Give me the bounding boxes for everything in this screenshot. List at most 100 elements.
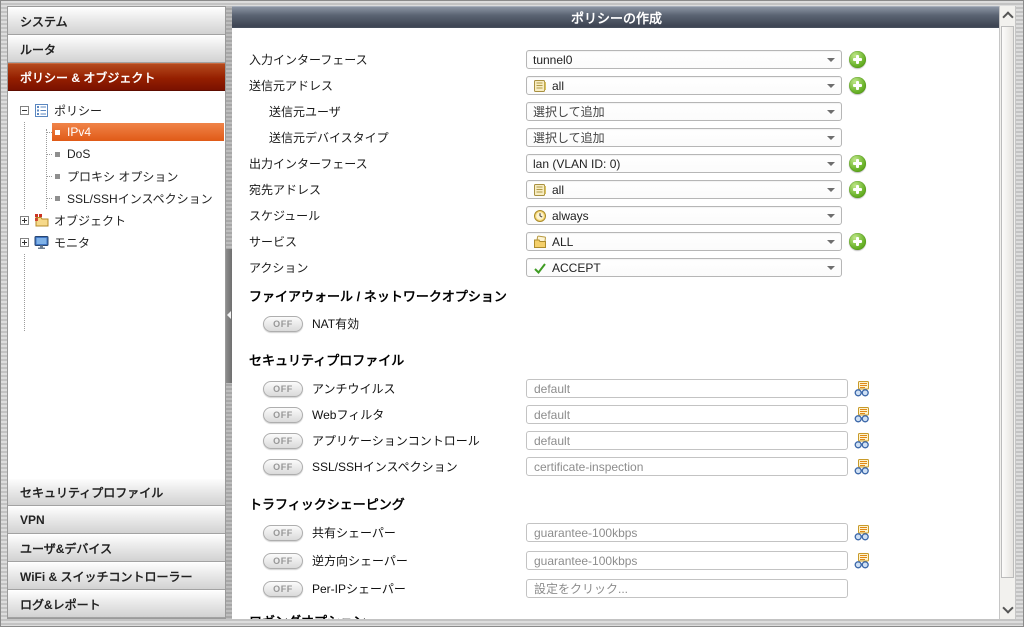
sidebar-item-security-profiles[interactable]: セキュリティプロファイル [8,478,225,506]
address-book-icon [533,79,547,93]
chevron-down-icon [827,161,835,166]
sidebar-item-router[interactable]: ルータ [8,35,225,63]
toggle-label: Per-IPシェーパー [312,582,406,596]
expand-expander-icon[interactable] [20,215,29,225]
per-ip-shaper-row: OFF Per-IPシェーパー [232,579,1001,598]
app-control-row: OFF アプリケーションコントロール [232,431,1001,450]
section-title-firewall-options: ファイアウォール / ネットワークオプション [249,289,507,304]
sidebar: システム ルータ ポリシー & オブジェクト ポリシー IPv4 DoS プロキ… [7,6,226,619]
shared-shaper-row: OFF 共有シェーパー [232,523,1001,542]
sidebar-item-vpn[interactable]: VPN [8,506,225,534]
destination-address-select[interactable]: all [526,180,842,199]
tree-item-proxy-options[interactable]: プロキシ オプション [46,165,225,187]
source-device-type-select[interactable]: 選択して追加 [526,128,842,147]
sidebar-item-log-report[interactable]: ログ&レポート [8,590,225,618]
source-device-type-row: 送信元デバイスタイプ 選択して追加 [232,128,1001,147]
shared-shaper-toggle[interactable]: OFF [263,524,303,541]
monitor-icon [34,235,49,250]
ssl-inspection-toggle[interactable]: OFF [263,458,303,475]
field-label: 出力インターフェース [249,157,368,171]
service-row: サービス ALL [232,232,1001,251]
source-address-select[interactable]: all [526,76,842,95]
selected-value: tunnel0 [533,52,573,67]
vertical-scrollbar[interactable] [999,6,1016,619]
selected-value: ALL [552,234,574,249]
clock-icon [533,209,547,223]
tree-bullet [55,195,60,201]
webfilter-profile-input[interactable] [526,405,848,424]
view-profile-icon[interactable] [854,380,870,397]
source-user-select[interactable]: 選択して追加 [526,102,842,121]
selected-value: lan (VLAN ID: 0) [533,156,621,171]
toggle-label: Webフィルタ [312,408,385,422]
tree-node-label: モニタ [54,235,91,250]
antivirus-profile-input[interactable] [526,379,848,398]
add-button[interactable] [849,51,866,68]
policy-list-icon [34,103,49,118]
scroll-down-icon[interactable] [1000,601,1015,618]
toggle-label: アプリケーションコントロール [312,434,480,448]
tree-node-label: オブジェクト [54,213,127,228]
outgoing-interface-select[interactable]: lan (VLAN ID: 0) [526,154,842,173]
chevron-down-icon [827,187,835,192]
webfilter-toggle[interactable]: OFF [263,406,303,423]
expand-expander-icon[interactable] [20,237,29,247]
field-label: 送信元ユーザ [269,105,341,119]
incoming-interface-row: 入力インターフェース tunnel0 [232,50,1001,69]
view-profile-icon[interactable] [854,432,870,449]
ssl-inspection-row: OFF SSL/SSHインスペクション [232,457,1001,476]
selected-value: ACCEPT [552,260,601,275]
add-button[interactable] [849,77,866,94]
nat-row: OFF NAT有効 [232,314,1001,333]
schedule-row: スケジュール always [232,206,1001,225]
view-profile-icon[interactable] [854,552,870,569]
policy-form: 入力インターフェース tunnel0 送信元アドレス all 送信元ユーザ 選択… [232,28,1001,619]
scrollbar-thumb[interactable] [1001,26,1014,578]
tree-node-monitor[interactable]: モニタ [8,231,225,253]
ssl-inspection-profile-input[interactable] [526,457,848,476]
action-select[interactable]: ACCEPT [526,258,842,277]
sidebar-item-system[interactable]: システム [8,7,225,35]
chevron-down-icon [827,265,835,270]
sidebar-item-user-device[interactable]: ユーザ&デバイス [8,534,225,562]
view-profile-icon[interactable] [854,524,870,541]
add-button[interactable] [849,155,866,172]
selected-value: 選択して追加 [533,131,605,145]
tree-item-ssl-ssh-inspection[interactable]: SSL/SSHインスペクション [46,187,225,209]
per-ip-shaper-toggle[interactable]: OFF [263,580,303,597]
chevron-down-icon [827,83,835,88]
tree-item-ipv4[interactable]: IPv4 [46,121,225,143]
view-profile-icon[interactable] [854,406,870,423]
app-control-profile-input[interactable] [526,431,848,450]
sidebar-item-wifi-switch[interactable]: WiFi & スイッチコントローラー [8,562,225,590]
nat-toggle[interactable]: OFF [263,315,303,332]
tree-item-label: プロキシ オプション [67,169,179,184]
shared-shaper-input[interactable] [526,523,848,542]
add-button[interactable] [849,233,866,250]
tree-node-objects[interactable]: オブジェクト [8,209,225,231]
schedule-select[interactable]: always [526,206,842,225]
scroll-up-icon[interactable] [1000,7,1015,24]
tree-item-label: SSL/SSHインスペクション [67,191,213,206]
view-profile-icon[interactable] [854,458,870,475]
field-label: 入力インターフェース [249,53,368,67]
page-title: ポリシーの作成 [232,6,1001,28]
incoming-interface-select[interactable]: tunnel0 [526,50,842,69]
reverse-shaper-input[interactable] [526,551,848,570]
address-book-icon [533,183,547,197]
destination-address-row: 宛先アドレス all [232,180,1001,199]
per-ip-shaper-input[interactable] [526,579,848,598]
app-control-toggle[interactable]: OFF [263,432,303,449]
tree-item-dos[interactable]: DoS [46,143,225,165]
service-select[interactable]: ALL [526,232,842,251]
sidebar-item-policy-objects[interactable]: ポリシー & オブジェクト [8,63,225,91]
source-address-row: 送信元アドレス all [232,76,1001,95]
reverse-shaper-toggle[interactable]: OFF [263,552,303,569]
chevron-down-icon [827,213,835,218]
selected-value: all [552,182,565,197]
add-button[interactable] [849,181,866,198]
antivirus-row: OFF アンチウイルス [232,379,1001,398]
antivirus-toggle[interactable]: OFF [263,380,303,397]
collapse-expander-icon[interactable] [20,105,29,115]
tree-node-policy[interactable]: ポリシー [8,99,225,121]
